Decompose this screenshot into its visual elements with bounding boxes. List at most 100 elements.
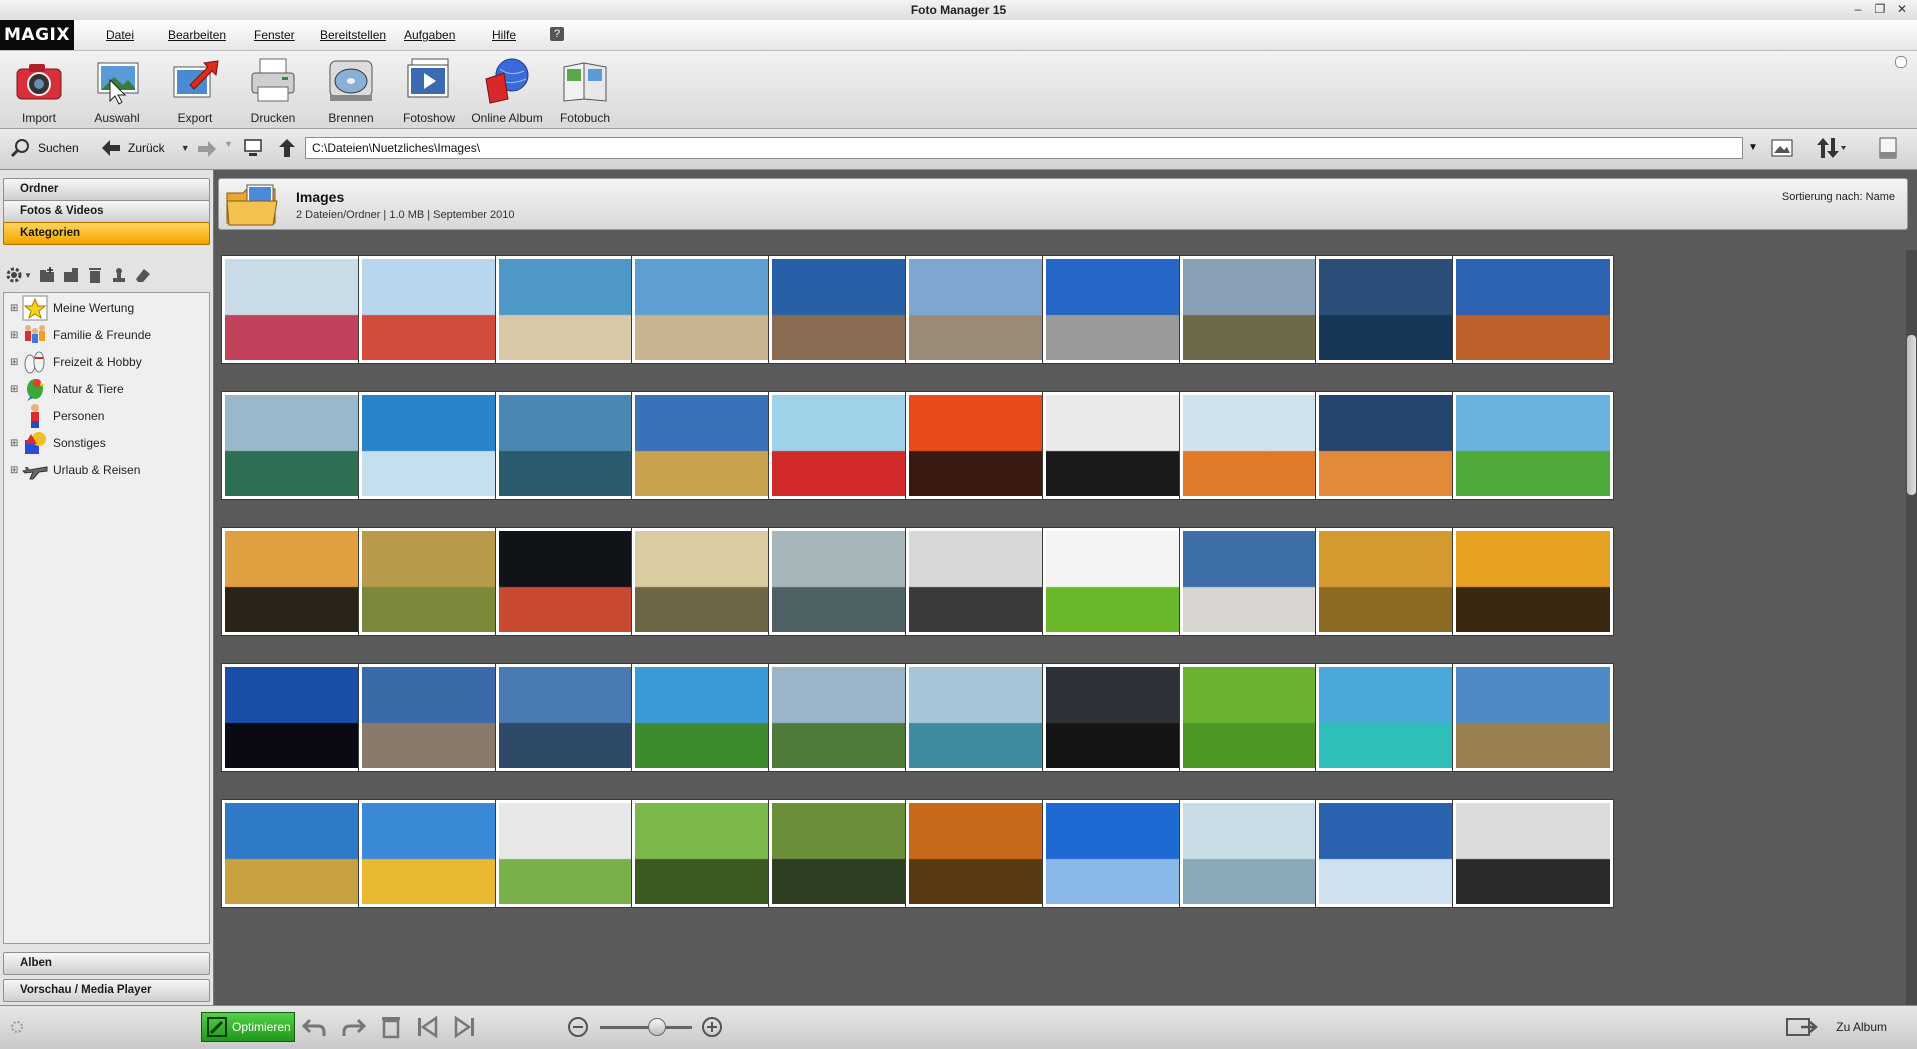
new-subfolder-icon[interactable] xyxy=(62,266,80,284)
category-label: Natur & Tiere xyxy=(53,382,124,396)
search-label: Suchen xyxy=(38,141,79,155)
gear-dropdown-icon[interactable]: ▼ xyxy=(24,271,32,280)
bottom-bar: Optimieren Zu Album xyxy=(0,1005,1917,1049)
category-label: Freizeit & Hobby xyxy=(53,355,142,369)
photo-thumbnail-windmill-bw[interactable] xyxy=(1453,800,1614,907)
menu-aufgaben[interactable]: Aufgaben xyxy=(404,28,455,42)
close-icon[interactable]: ✕ xyxy=(1895,2,1909,16)
to-album-button[interactable]: Zu Album xyxy=(1836,1020,1887,1034)
to-album-icon[interactable] xyxy=(1785,1015,1819,1039)
next-icon[interactable] xyxy=(452,1014,478,1040)
expand-icon[interactable]: ⊞ xyxy=(10,357,19,368)
back-button[interactable]: Zurück ▼ xyxy=(100,138,190,158)
expand-icon[interactable]: ⊞ xyxy=(10,438,19,449)
minimize-icon[interactable]: – xyxy=(1851,2,1865,16)
photo-thumbnail-sunset-dancer[interactable] xyxy=(1453,528,1614,635)
sort-icon[interactable] xyxy=(1815,136,1847,160)
selection-button[interactable]: Auswahl xyxy=(78,55,156,125)
left-panel: Ordner Fotos & Videos Kategorien ▼ ⊞ Mei… xyxy=(0,170,214,1005)
zoom-out-icon[interactable] xyxy=(567,1016,589,1038)
folder-icon xyxy=(226,184,278,226)
slideshow-button[interactable]: Fotoshow xyxy=(390,55,468,125)
zoom-slider[interactable] xyxy=(600,1026,692,1029)
online-album-label: Online Album xyxy=(471,111,543,125)
photo-thumbnail-motorbike-desert[interactable] xyxy=(1453,256,1614,363)
arrow-left-icon xyxy=(102,140,120,156)
category-item[interactable]: ⊞ Sonstiges xyxy=(10,430,106,456)
menu-bearbeiten[interactable]: Bearbeiten xyxy=(168,28,226,42)
burn-button[interactable]: Brennen xyxy=(312,55,390,125)
expand-icon[interactable]: ⊞ xyxy=(10,465,19,476)
menu-hilfe[interactable]: Hilfe xyxy=(492,28,516,42)
category-label: Sonstiges xyxy=(53,436,106,450)
category-item[interactable]: ⊞ Familie & Freunde xyxy=(10,322,151,348)
menu-fenster[interactable]: Fenster xyxy=(254,28,295,42)
search-button[interactable]: Suchen xyxy=(10,138,79,158)
print-button[interactable]: Drucken xyxy=(234,55,312,125)
gear-icon[interactable] xyxy=(5,266,23,284)
section-ordner[interactable]: Ordner xyxy=(3,178,210,201)
window-controls: – ❐ ✕ xyxy=(1851,2,1909,16)
previous-icon[interactable] xyxy=(414,1014,440,1040)
redo-icon[interactable] xyxy=(340,1014,366,1040)
view-mode-icon[interactable] xyxy=(1770,138,1794,158)
menu-bereitstellen[interactable]: Bereitstellen xyxy=(320,28,386,42)
forward-dropdown-icon[interactable]: ▼ xyxy=(224,139,233,149)
export-button[interactable]: Export xyxy=(156,55,234,125)
delete-icon[interactable] xyxy=(378,1014,404,1040)
sort-order[interactable]: Sortierung nach: Name xyxy=(1782,191,1895,203)
import-button[interactable]: Import xyxy=(0,55,78,125)
eraser-icon[interactable] xyxy=(134,266,152,284)
selection-icon xyxy=(97,62,139,105)
airplane-icon xyxy=(21,466,48,480)
arrow-up-icon[interactable] xyxy=(278,137,296,159)
section-kategorien[interactable]: Kategorien xyxy=(3,222,210,245)
star-icon xyxy=(22,295,48,321)
stamp-icon[interactable] xyxy=(110,266,128,284)
folder-info: 2 Dateien/Ordner | 1.0 MB | September 20… xyxy=(296,209,515,221)
category-item[interactable]: ⊞ Natur & Tiere xyxy=(10,376,124,402)
photobook-label: Fotobuch xyxy=(559,111,611,125)
search-icon xyxy=(10,139,29,158)
chevron-down-icon[interactable]: ▼ xyxy=(181,143,190,153)
zoom-in-icon[interactable] xyxy=(701,1016,723,1038)
category-item[interactable]: ⊞ Meine Wertung xyxy=(10,295,134,321)
panel-toggle-icon[interactable] xyxy=(1895,56,1907,68)
category-label: Personen xyxy=(53,409,105,423)
new-folder-icon[interactable] xyxy=(38,266,56,284)
scrollbar-thumb[interactable] xyxy=(1907,335,1916,495)
arrow-right-icon[interactable] xyxy=(196,139,218,159)
trash-icon[interactable] xyxy=(86,266,104,284)
path-input[interactable]: C:\Dateien\Nuetzliches\Images\ xyxy=(305,137,1743,159)
title-bar: Foto Manager 15 – ❐ ✕ xyxy=(0,0,1917,21)
computer-icon[interactable] xyxy=(242,138,264,158)
main-toolbar: Import Auswahl Export Drucken Brennen Fo… xyxy=(0,51,1917,129)
photobook-button[interactable]: Fotobuch xyxy=(546,55,624,125)
category-item[interactable]: ⊞ Urlaub & Reisen xyxy=(10,457,140,483)
photo-thumbnail-red-umbrellas[interactable] xyxy=(1453,664,1614,771)
category-item[interactable]: ⊞ Freizeit & Hobby xyxy=(10,349,142,375)
photo-thumbnail-windmill-canal[interactable] xyxy=(1453,392,1614,499)
import-label: Import xyxy=(21,111,56,125)
section-alben[interactable]: Alben xyxy=(3,952,210,975)
category-item[interactable]: Personen xyxy=(10,403,104,429)
menu-datei[interactable]: Datei xyxy=(106,28,134,42)
online-album-icon xyxy=(485,58,529,104)
thumbnail-grid xyxy=(218,250,1898,1006)
photobook-icon xyxy=(563,62,607,102)
burn-label: Brennen xyxy=(328,111,374,125)
restore-icon[interactable]: ❐ xyxy=(1873,2,1887,16)
panel-layout-icon[interactable] xyxy=(1878,136,1898,160)
expand-icon[interactable]: ⊞ xyxy=(10,384,19,395)
online-album-button[interactable]: Online Album xyxy=(468,55,546,125)
printer-icon xyxy=(251,58,295,102)
expand-icon[interactable]: ⊞ xyxy=(10,330,19,341)
info-icon[interactable]: ? xyxy=(550,27,564,41)
optimize-button[interactable]: Optimieren xyxy=(201,1012,295,1042)
path-dropdown-icon[interactable]: ▼ xyxy=(1748,142,1758,153)
section-fotos-videos[interactable]: Fotos & Videos xyxy=(3,200,210,223)
undo-icon[interactable] xyxy=(302,1014,328,1040)
section-vorschau[interactable]: Vorschau / Media Player xyxy=(3,979,210,1002)
zoom-slider-handle[interactable] xyxy=(648,1018,666,1036)
expand-icon[interactable]: ⊞ xyxy=(10,303,19,314)
